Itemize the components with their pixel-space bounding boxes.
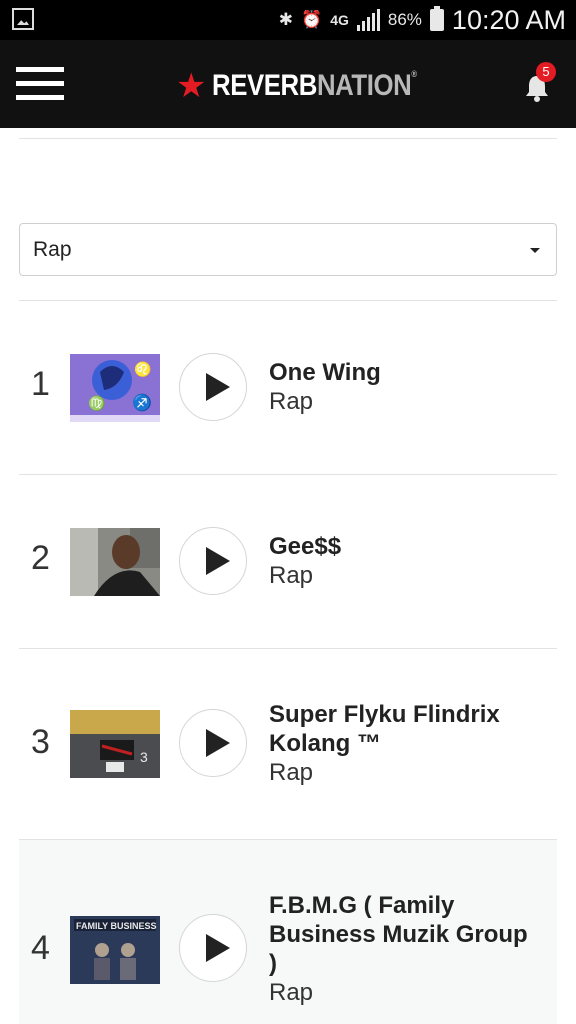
svg-text:♌: ♌ — [134, 361, 151, 378]
track-title[interactable]: Super Flyku Flindrix Kolang ™ — [269, 700, 539, 758]
chevron-down-icon — [530, 248, 540, 253]
list-item[interactable]: 3 3 Super Flyku Flindrix Kolang ™ Rap — [19, 649, 557, 839]
track-genre: Rap — [269, 388, 314, 415]
signal-icon — [356, 9, 380, 31]
status-time: 10:20 AM — [451, 4, 566, 35]
svg-text:3: 3 — [140, 749, 148, 765]
app-bar: ★ REVERBNATION® — [0, 40, 576, 128]
rank-number: 2 — [31, 539, 50, 577]
network-label: 4G — [330, 12, 349, 28]
track-title[interactable]: Gee$$ — [269, 532, 539, 561]
svg-text:FAMILY BUSINESS: FAMILY BUSINESS — [76, 921, 157, 931]
rank-number: 3 — [31, 723, 50, 761]
menu-icon[interactable] — [16, 67, 64, 101]
svg-text:♍: ♍ — [88, 395, 105, 412]
play-button[interactable] — [179, 527, 247, 595]
status-icons: ✱ ⏰ 4G 86% 10:20 AM — [279, 4, 566, 36]
play-button[interactable] — [179, 914, 247, 982]
play-button[interactable] — [179, 353, 247, 421]
track-artwork[interactable] — [70, 528, 160, 596]
status-bar: ✱ ⏰ 4G 86% 10:20 AM — [0, 0, 576, 40]
track-genre: Rap — [269, 759, 314, 786]
track-title[interactable]: F.B.M.G ( Family Business Muzik Group ) — [269, 891, 539, 978]
alarm-icon: ⏰ — [301, 10, 323, 29]
track-artwork[interactable]: FAMILY BUSINESS — [70, 916, 160, 984]
track-artwork[interactable]: ♍ ♌ ♐ — [70, 354, 160, 422]
logo-wordmark: REVERBNATION® — [212, 69, 418, 102]
list-item[interactable]: 4 FAMILY BUSINESS F.B.M.G ( Family Busin… — [19, 840, 557, 1024]
rank-number: 1 — [31, 365, 50, 403]
divider — [19, 138, 557, 139]
track-artwork[interactable]: 3 — [70, 710, 160, 778]
battery-icon — [429, 6, 444, 31]
play-button[interactable] — [179, 709, 247, 777]
gallery-notification-icon — [12, 8, 34, 30]
rank-number: 4 — [31, 929, 50, 967]
star-icon: ★ — [176, 67, 207, 105]
list-item[interactable]: 2 Gee$$ Rap — [19, 475, 557, 648]
track-genre: Rap — [269, 562, 314, 589]
track-title[interactable]: One Wing — [269, 358, 539, 387]
list-item[interactable]: 1 ♍ ♌ ♐ One Wing Rap — [19, 301, 557, 474]
battery-percent: 86% — [387, 10, 422, 29]
svg-text:♐: ♐ — [132, 393, 152, 412]
bluetooth-icon: ✱ — [278, 10, 294, 29]
reverbnation-logo[interactable]: ★ REVERBNATION® — [176, 68, 450, 104]
track-genre: Rap — [269, 979, 314, 1006]
genre-select-value: Rap — [33, 238, 72, 261]
genre-select[interactable]: Rap — [19, 223, 557, 276]
notification-badge: 5 — [536, 62, 556, 82]
